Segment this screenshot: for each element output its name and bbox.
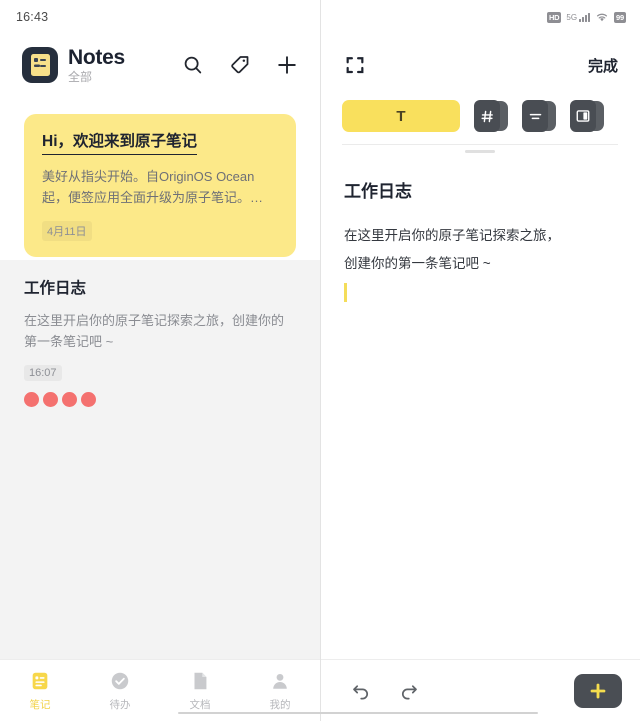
- editor-header: 完成: [320, 34, 640, 96]
- status-bar-right: HD 5G 99: [320, 0, 640, 34]
- hash-icon: [480, 110, 493, 122]
- search-icon[interactable]: [180, 52, 206, 78]
- format-toolbar: T: [320, 96, 640, 132]
- color-dot: [43, 392, 58, 408]
- nav-label-todo: 待办: [109, 698, 131, 711]
- notes-list-pane: 16:43 Notes 全部 Hi，欢迎来到原子笔记 美好从指尖开始。自Orig…: [0, 0, 320, 721]
- nav-item-profile[interactable]: 我的: [240, 670, 320, 712]
- list-item[interactable]: Hi，欢迎来到原子笔记 美好从指尖开始。自OriginOS Ocean起，便签应…: [24, 114, 296, 258]
- editor-line-2: 创建你的第一条笔记吧 ~: [344, 255, 491, 271]
- hd-icon: HD: [546, 11, 562, 23]
- note-title: 工作日志: [24, 280, 87, 298]
- fullscreen-icon[interactable]: [342, 52, 368, 78]
- notes-list[interactable]: Hi，欢迎来到原子笔记 美好从指尖开始。自OriginOS Ocean起，便签应…: [0, 96, 320, 659]
- nav-item-notes[interactable]: 笔记: [0, 670, 80, 712]
- page-title: Notes: [68, 46, 125, 69]
- note-preview: 美好从指尖开始。自OriginOS Ocean起，便签应用全面升级为原子笔记。…: [42, 169, 264, 206]
- columns-icon: [576, 110, 590, 122]
- nav-label-profile: 我的: [269, 698, 291, 711]
- app-screen: 16:43 Notes 全部 Hi，欢迎来到原子笔记 美好从指尖开始。自Orig…: [0, 0, 640, 721]
- redo-icon[interactable]: [394, 676, 424, 706]
- battery-icon: 99: [614, 11, 626, 23]
- document-icon: [194, 672, 207, 689]
- status-time: 16:43: [16, 10, 49, 24]
- note-editor-pane: HD 5G 99 完成 T 工作日志 在这里开启你的原子笔记探索之旅， 创建你的…: [320, 0, 640, 721]
- undo-icon[interactable]: [346, 676, 376, 706]
- editor-content[interactable]: 工作日志 在这里开启你的原子笔记探索之旅， 创建你的第一条笔记吧 ~: [320, 153, 640, 659]
- home-indicator: [178, 711, 538, 714]
- color-dot: [81, 392, 96, 408]
- add-block-button[interactable]: [574, 673, 622, 708]
- header-actions: [180, 52, 300, 78]
- editor-note-title[interactable]: 工作日志: [344, 177, 616, 202]
- network-type-label: 5G: [566, 12, 578, 22]
- person-icon: [273, 673, 287, 689]
- wifi-icon: [596, 13, 608, 22]
- app-logo-icon: [22, 47, 58, 83]
- color-dot: [24, 392, 39, 408]
- toolbar-divider: [342, 144, 618, 145]
- heading-hash-button[interactable]: [474, 100, 508, 132]
- notes-icon: [32, 672, 48, 689]
- app-title-block: Notes 全部: [68, 47, 125, 83]
- pane-divider: [320, 0, 321, 721]
- list-item[interactable]: 工作日志 在这里开启你的原子笔记探索之旅，创建你的第一条笔记吧 ~ 16:07: [0, 257, 320, 423]
- note-preview: 在这里开启你的原子笔记探索之旅，创建你的第一条笔记吧 ~: [24, 313, 285, 350]
- editor-paragraph[interactable]: 在这里开启你的原子笔记探索之旅， 创建你的第一条笔记吧 ~: [344, 222, 616, 277]
- editor-line-1: 在这里开启你的原子笔记探索之旅，: [344, 228, 560, 243]
- note-date-badge: 4月11日: [42, 221, 92, 242]
- tag-icon[interactable]: [227, 52, 253, 78]
- done-button[interactable]: 完成: [588, 55, 618, 76]
- list-lines-button[interactable]: [522, 100, 556, 132]
- nav-label-notes: 笔记: [29, 698, 51, 711]
- plus-icon: [590, 683, 606, 698]
- nav-item-docs[interactable]: 文档: [160, 670, 240, 712]
- layout-columns-button[interactable]: [570, 100, 604, 132]
- filter-label: 全部: [68, 70, 93, 84]
- app-header: Notes 全部: [0, 34, 320, 96]
- color-dot: [62, 392, 77, 408]
- note-title: Hi，欢迎来到原子笔记: [42, 132, 198, 156]
- note-time-badge: 16:07: [24, 365, 62, 382]
- status-bar-left: 16:43: [0, 0, 320, 34]
- nav-label-docs: 文档: [189, 698, 211, 711]
- add-icon[interactable]: [274, 52, 300, 78]
- nav-item-todo[interactable]: 待办: [80, 670, 160, 712]
- lines-icon: [529, 113, 541, 119]
- check-circle-icon: [111, 672, 129, 689]
- text-cursor: [344, 283, 347, 303]
- signal-icon: 5G: [566, 12, 591, 22]
- note-color-dots: [24, 392, 296, 408]
- text-format-button[interactable]: T: [342, 100, 461, 132]
